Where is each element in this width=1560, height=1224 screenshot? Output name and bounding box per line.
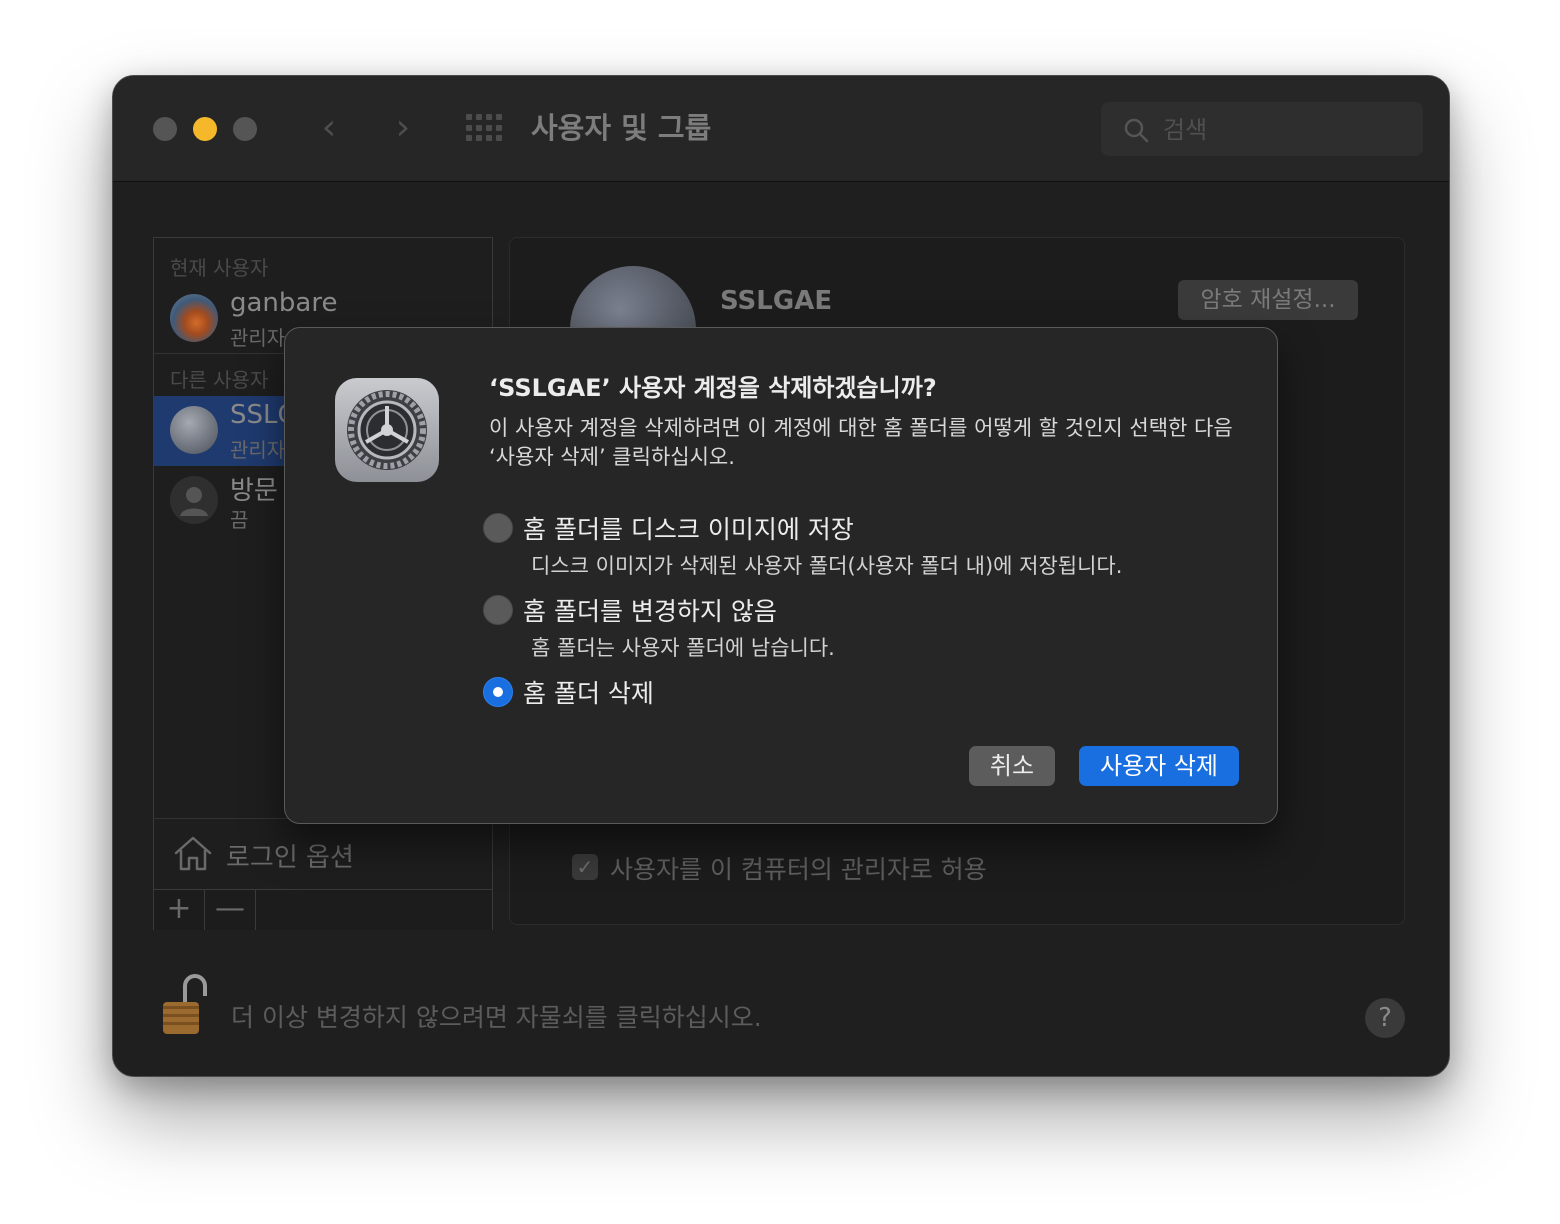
radio-save-disk-image[interactable] [483,513,513,543]
guest-avatar-icon [170,476,218,524]
zoom-window-button[interactable] [233,117,257,141]
close-window-button[interactable] [153,117,177,141]
user-role: 관리자 [230,438,286,462]
cancel-button[interactable]: 취소 [969,746,1055,786]
lock-instruction-text: 더 이상 변경하지 않으려면 자물쇠를 클릭하십시오. [231,1003,762,1032]
system-preferences-gear-icon [335,378,439,482]
selected-user-name: SSLGAE [720,286,833,316]
option-label[interactable]: 홈 폴더를 변경하지 않음 [523,592,777,628]
sidebar-toolbar: + — [154,889,492,930]
search-icon [1124,118,1149,143]
golf-ball-avatar [170,406,218,454]
login-options-row[interactable]: 로그인 옵션 [154,818,492,889]
search-field[interactable] [1101,102,1423,156]
other-users-header: 다른 사용자 [170,368,269,392]
dialog-message: 이 사용자 계정을 삭제하려면 이 계정에 대한 홈 폴더를 어떻게 할 것인지… [489,416,1233,469]
user-role: 끔 [230,508,249,532]
unlocked-padlock-icon[interactable] [161,974,209,1036]
delete-user-dialog: ‘SSLGAE’ 사용자 계정을 삭제하겠습니까? 이 사용자 계정을 삭제하려… [284,327,1278,824]
show-all-grid-icon[interactable] [466,114,502,142]
option-description: 홈 폴더는 사용자 폴더에 남습니다. [531,636,835,660]
delete-user-button[interactable]: 사용자 삭제 [1079,746,1239,786]
title-bar: ‹ › 사용자 및 그룹 [113,76,1449,182]
remove-user-button[interactable]: — [205,890,256,930]
option-label[interactable]: 홈 폴더 삭제 [523,674,654,710]
allow-admin-label: 사용자를 이 컴퓨터의 관리자로 허용 [610,855,987,884]
back-chevron-icon[interactable]: ‹ [309,106,349,150]
current-users-header: 현재 사용자 [170,256,269,280]
allow-admin-checkbox[interactable]: ✓ [572,854,598,880]
search-input[interactable] [1161,112,1405,148]
help-button[interactable]: ? [1365,998,1405,1038]
option-description: 디스크 이미지가 삭제된 사용자 폴더(사용자 폴더 내)에 저장됩니다. [531,554,1123,578]
user-name: ganbare [230,288,338,318]
dialog-title: ‘SSLGAE’ 사용자 계정을 삭제하겠습니까? [489,374,937,402]
system-preferences-window: ‹ › 사용자 및 그룹 현재 사용자 ganbare 관리자 다른 사용자 S… [112,75,1450,1077]
house-icon [174,836,212,871]
radio-delete-home-folder[interactable] [483,677,513,707]
avatar [170,294,218,342]
user-name: 방문 [230,476,278,506]
window-title: 사용자 및 그룹 [531,111,712,145]
forward-chevron-icon[interactable]: › [383,106,423,150]
add-user-button[interactable]: + [154,890,205,930]
radio-keep-home-folder[interactable] [483,595,513,625]
user-role: 관리자 [230,326,286,350]
login-options-label: 로그인 옵션 [226,843,354,873]
reset-password-button[interactable]: 암호 재설정... [1178,280,1358,320]
option-label[interactable]: 홈 폴더를 디스크 이미지에 저장 [523,510,854,546]
minimize-window-button[interactable] [193,117,217,141]
